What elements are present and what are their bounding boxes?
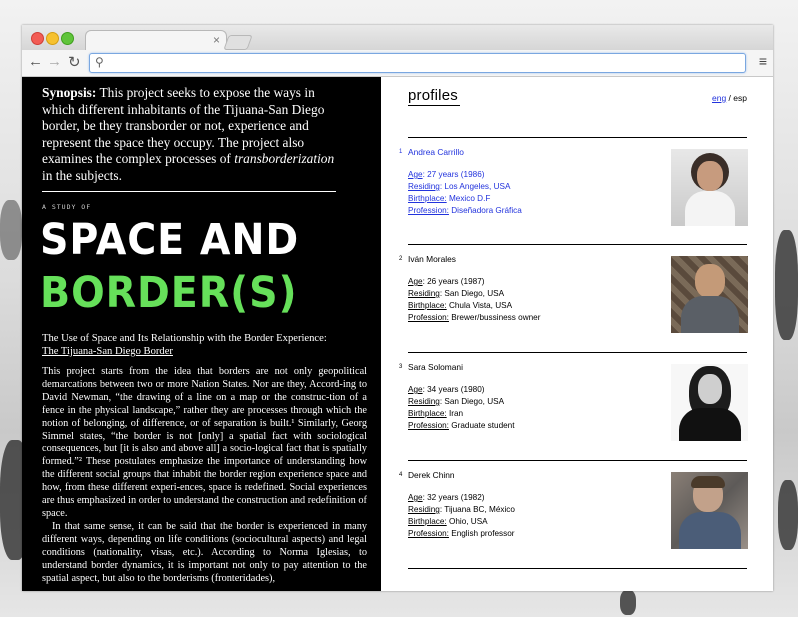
browser-toolbar: ← → ↻ ⚲ ≡ <box>22 50 773 77</box>
age-label: Age <box>408 170 423 179</box>
profile-divider <box>408 568 747 589</box>
profile-photo[interactable] <box>671 472 748 549</box>
hero-subtitle: The Use of Space and Its Relationship wi… <box>42 332 362 358</box>
maximize-window-button[interactable] <box>61 32 74 45</box>
profiles-title: profiles <box>408 87 458 104</box>
browser-tab[interactable]: × <box>85 30 227 51</box>
age-value: : 34 years (1980) <box>422 385 485 394</box>
url-input[interactable] <box>112 55 736 73</box>
subtitle-link[interactable]: The Tijuana-San Diego Border <box>42 345 362 358</box>
residing-label: Residing <box>408 289 440 298</box>
birthplace-label: Birthplace: <box>408 194 447 203</box>
new-tab-button[interactable] <box>223 35 253 50</box>
essay-paragraph-1: This project starts from the idea that b… <box>42 366 367 519</box>
essay-paragraph-2: In that same sense, it can be said that … <box>42 520 367 584</box>
browser-window: × ← → ↻ ⚲ ≡ Synopsis: This project seeks… <box>22 25 773 591</box>
back-arrow-icon[interactable]: ← <box>28 53 43 70</box>
synopsis-tail: in the subjects. <box>42 167 122 183</box>
birthplace-value: Iran <box>446 409 464 418</box>
age-value: : 27 years (1986) <box>422 170 485 179</box>
birthplace-value: Mexico D.F <box>446 194 491 203</box>
profile-fields: Age: 27 years (1986) Residing: Los Angel… <box>408 169 522 217</box>
hero-kicker: A STUDY OF <box>42 203 92 211</box>
profile-card[interactable]: 4 Derek Chinn Age: 32 years (1982) Resid… <box>399 460 748 569</box>
profile-card[interactable]: 2 Iván Morales Age: 26 years (1987) Resi… <box>399 244 748 353</box>
reload-icon[interactable]: ↻ <box>68 53 81 71</box>
lang-esp-link[interactable]: esp <box>733 93 747 103</box>
profile-photo[interactable] <box>671 364 748 441</box>
page-content: Synopsis: This project seeks to expose t… <box>22 77 773 591</box>
divider <box>42 191 336 192</box>
forward-arrow-icon[interactable]: → <box>47 53 62 70</box>
profile-photo[interactable] <box>671 256 748 333</box>
profession-value: Brewer/bussiness owner <box>448 313 541 322</box>
subtitle-text: The Use of Space and Its Relationship wi… <box>42 333 327 344</box>
residing-value: : Los Angeles, USA <box>439 182 511 191</box>
birthplace-label: Birthplace: <box>408 517 447 526</box>
language-switch: eng / esp <box>712 93 747 103</box>
profiles-panel: profiles eng / esp 1 Andrea Carrillo Age… <box>381 77 773 591</box>
menu-icon[interactable]: ≡ <box>759 53 767 69</box>
close-window-button[interactable] <box>31 32 44 45</box>
birthplace-label: Birthplace: <box>408 409 447 418</box>
residing-value: : Tijuana BC, México <box>439 505 515 514</box>
residing-value: : San Diego, USA <box>439 289 505 298</box>
essay-panel: Synopsis: This project seeks to expose t… <box>22 77 381 591</box>
profile-fields: Age: 34 years (1980) Residing: San Diego… <box>408 384 515 432</box>
age-value: : 26 years (1987) <box>422 277 485 286</box>
hero-title-line2: BORDER(S) <box>40 268 298 318</box>
minimize-window-button[interactable] <box>46 32 59 45</box>
profile-number: 3 <box>399 364 403 370</box>
profile-name[interactable]: Derek Chinn <box>408 470 455 480</box>
age-label: Age <box>408 493 423 502</box>
profile-name[interactable]: Iván Morales <box>408 254 456 264</box>
birthplace-value: Ohio, USA <box>446 517 488 526</box>
residing-label: Residing <box>408 505 440 514</box>
title-bar: × <box>22 25 773 51</box>
profile-name[interactable]: Andrea Carrillo <box>408 147 464 157</box>
lang-eng-link[interactable]: eng <box>712 93 726 103</box>
synopsis-italic: transborderization <box>234 151 335 166</box>
residing-label: Residing <box>408 182 440 191</box>
profession-value: English professor <box>448 529 515 538</box>
profile-number: 2 <box>399 256 403 262</box>
profile-name[interactable]: Sara Solomani <box>408 362 463 372</box>
profession-label: Profession: <box>408 206 449 215</box>
birthplace-value: Chula Vista, USA <box>446 301 513 310</box>
profession-label: Profession: <box>408 421 449 430</box>
age-label: Age <box>408 385 423 394</box>
age-value: : 32 years (1982) <box>422 493 485 502</box>
profile-number: 4 <box>399 472 403 478</box>
title-underline <box>408 105 460 106</box>
profile-card[interactable]: 3 Sara Solomani Age: 34 years (1980) Res… <box>399 352 748 461</box>
age-label: Age <box>408 277 423 286</box>
residing-label: Residing <box>408 397 440 406</box>
tab-close-icon[interactable]: × <box>213 33 220 47</box>
synopsis-label: Synopsis: <box>42 85 97 100</box>
profession-label: Profession: <box>408 529 449 538</box>
profession-label: Profession: <box>408 313 449 322</box>
profession-value: Graduate student <box>448 421 515 430</box>
synopsis: Synopsis: This project seeks to expose t… <box>42 85 342 184</box>
profile-photo[interactable] <box>671 149 748 226</box>
profile-card[interactable]: 1 Andrea Carrillo Age: 27 years (1986) R… <box>399 137 748 246</box>
search-icon: ⚲ <box>95 55 104 69</box>
profile-fields: Age: 26 years (1987) Residing: San Diego… <box>408 276 540 324</box>
residing-value: : San Diego, USA <box>439 397 505 406</box>
address-bar[interactable]: ⚲ <box>89 53 746 73</box>
profile-number: 1 <box>399 149 403 155</box>
profession-value: Diseñadora Gráfica <box>448 206 522 215</box>
profile-fields: Age: 32 years (1982) Residing: Tijuana B… <box>408 492 515 540</box>
hero-title-line1: SPACE AND <box>40 215 300 265</box>
essay-body: This project starts from the idea that b… <box>42 366 367 585</box>
birthplace-label: Birthplace: <box>408 301 447 310</box>
